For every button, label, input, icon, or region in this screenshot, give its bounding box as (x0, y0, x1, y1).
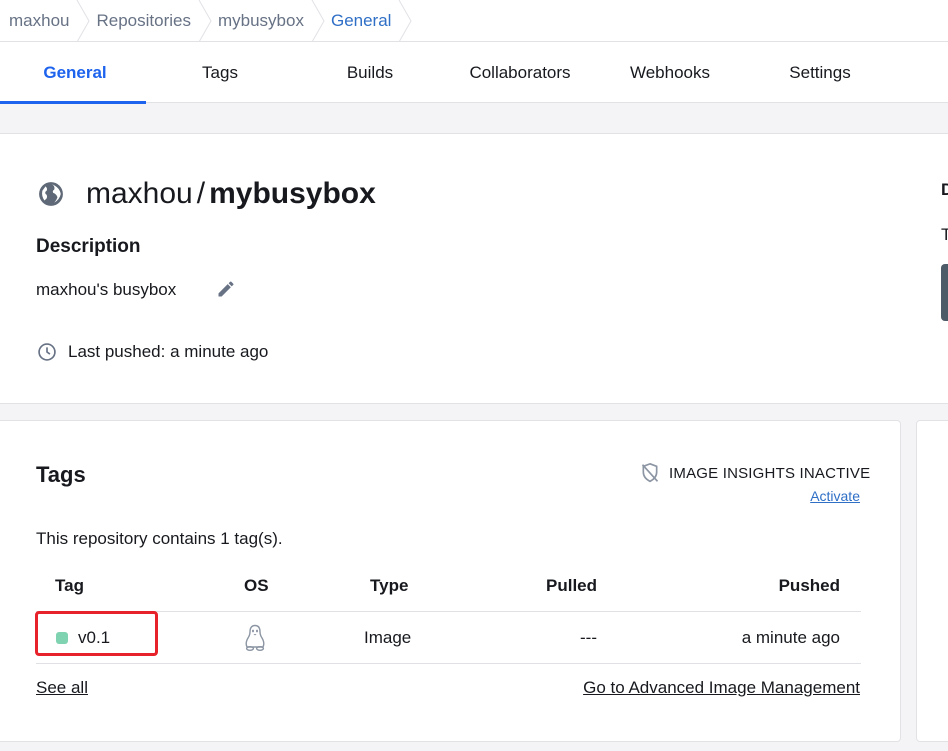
description-text: maxhou's busybox (36, 280, 177, 299)
right-panel-button[interactable] (941, 264, 948, 321)
tab-general[interactable]: General (0, 42, 150, 104)
globe-icon (39, 182, 63, 206)
tag-pulled: --- (580, 628, 597, 647)
breadcrumb-label: General (330, 10, 392, 30)
column-header-pushed: Pushed (778, 576, 840, 595)
breadcrumb-item-namespace[interactable]: maxhou (0, 0, 91, 42)
column-header-type: Type (370, 576, 409, 595)
highlight-annotation (35, 611, 158, 656)
side-card (916, 420, 948, 742)
tag-type: Image (364, 628, 412, 647)
column-header-pulled: Pulled (546, 576, 598, 595)
tags-heading: Tags (36, 462, 86, 487)
advanced-image-management-link[interactable]: Go to Advanced Image Management (583, 678, 860, 698)
breadcrumb-separator-icon (311, 0, 325, 42)
tab-builds[interactable]: Builds (295, 42, 445, 103)
tab-bar: General Tags Builds Collaborators Webhoo… (0, 42, 948, 104)
tab-settings[interactable]: Settings (745, 42, 895, 103)
table-divider (36, 611, 861, 612)
repo-namespace: maxhou (86, 177, 193, 210)
column-header-os: OS (244, 576, 269, 595)
activate-link[interactable]: Activate (810, 488, 860, 504)
shield-off-icon (641, 462, 659, 483)
tag-count-text: This repository contains 1 tag(s). (36, 529, 283, 548)
see-all-link[interactable]: See all (36, 678, 88, 698)
right-panel-heading-fragment: D (941, 180, 948, 199)
right-panel-text-fragment: T (941, 225, 948, 244)
last-pushed-text: Last pushed: a minute ago (68, 342, 269, 361)
table-divider (36, 663, 861, 664)
description-heading: Description (36, 236, 141, 257)
breadcrumb-item-repo[interactable]: mybusybox (213, 0, 326, 42)
edit-pencil-icon[interactable] (216, 279, 236, 299)
title-separator: / (196, 177, 206, 210)
page-title: maxhou / mybusybox (86, 174, 376, 214)
tab-collaborators[interactable]: Collaborators (445, 42, 595, 103)
breadcrumb-label: Repositories (96, 10, 191, 30)
breadcrumb-item-general[interactable]: General (326, 0, 413, 42)
breadcrumb-separator-icon (399, 0, 413, 42)
breadcrumb-item-repositories[interactable]: Repositories (91, 0, 213, 42)
tab-tags[interactable]: Tags (145, 42, 295, 103)
insights-status: IMAGE INSIGHTS INACTIVE (669, 465, 871, 482)
repo-name: mybusybox (209, 177, 376, 210)
breadcrumb-separator-icon (77, 0, 91, 42)
column-header-tag: Tag (55, 576, 84, 595)
breadcrumb-label: maxhou (9, 10, 70, 30)
breadcrumb-label: mybusybox (217, 10, 304, 30)
breadcrumb-separator-icon (198, 0, 212, 42)
clock-icon (38, 343, 56, 361)
linux-icon (245, 624, 265, 652)
breadcrumb: maxhou Repositories mybusybox General (0, 0, 948, 42)
tag-pushed: a minute ago (741, 628, 840, 647)
tab-webhooks[interactable]: Webhooks (595, 42, 745, 103)
